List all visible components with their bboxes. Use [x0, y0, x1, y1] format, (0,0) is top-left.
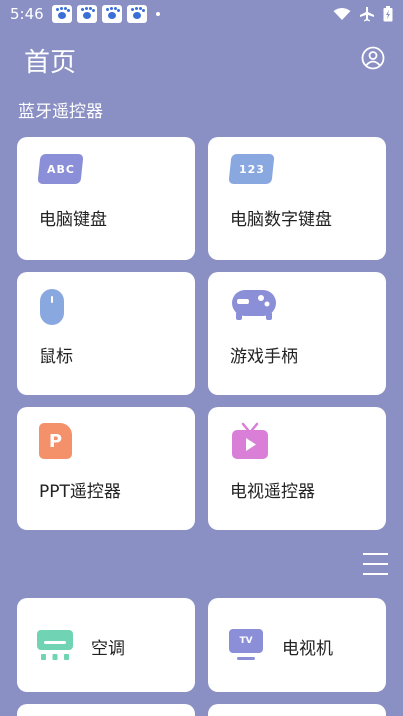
tv-screen: TV	[229, 629, 263, 653]
paw-icon	[51, 5, 72, 23]
remote-label: 电脑键盘	[39, 210, 107, 230]
user-circle-icon[interactable]	[361, 46, 385, 70]
gamepad-icon	[232, 290, 276, 320]
menu-line	[363, 573, 388, 575]
remote-card-numpad[interactable]: 123 电脑数字键盘	[208, 137, 386, 260]
numpad-123-icon: 123	[228, 154, 275, 184]
device-label: 空调	[91, 639, 125, 659]
ppt-icon: P	[39, 423, 72, 459]
device-card-partial[interactable]	[208, 704, 386, 716]
icon-text: TV	[239, 636, 253, 646]
page-title: 首页	[24, 48, 77, 78]
device-card-air-conditioner[interactable]: 空调	[17, 598, 195, 692]
section-title: 蓝牙遥控器	[18, 102, 103, 122]
remote-label: PPT遥控器	[39, 482, 121, 502]
tv-icon: TV	[229, 629, 263, 661]
paw-icon	[126, 5, 147, 23]
remote-label: 电视遥控器	[230, 482, 315, 502]
keyboard-abc-icon: ABC	[37, 154, 84, 184]
tv-stand	[237, 657, 255, 660]
remote-card-ppt[interactable]: P PPT遥控器	[17, 407, 195, 530]
icon-text: P	[48, 430, 63, 452]
airplane-icon	[360, 7, 374, 22]
remote-card-tv-remote[interactable]: 电视遥控器	[208, 407, 386, 530]
remote-card-gamepad[interactable]: 游戏手柄	[208, 272, 386, 395]
tv-play-icon	[232, 422, 268, 459]
app-header: 首页	[0, 40, 403, 80]
paw-icon	[101, 5, 122, 23]
more-notifications-dot	[155, 12, 160, 16]
mouse-icon	[40, 289, 64, 325]
battery-icon	[383, 6, 393, 22]
remote-card-keyboard[interactable]: ABC 电脑键盘	[17, 137, 195, 260]
remote-label: 游戏手柄	[230, 347, 298, 367]
status-icons	[333, 6, 393, 22]
icon-text: ABC	[46, 162, 75, 176]
icon-text: 123	[238, 162, 265, 176]
device-label: 电视机	[282, 639, 333, 659]
status-time: 5:46	[10, 5, 44, 23]
menu-line	[363, 563, 388, 565]
wifi-icon	[333, 8, 351, 20]
hamburger-menu-icon[interactable]	[363, 553, 388, 575]
remote-label: 鼠标	[39, 347, 73, 367]
menu-line	[363, 553, 388, 555]
status-bar: 5:46	[0, 0, 403, 28]
device-card-tv[interactable]: TV 电视机	[208, 598, 386, 692]
remote-card-mouse[interactable]: 鼠标	[17, 272, 195, 395]
remote-label: 电脑数字键盘	[230, 210, 332, 230]
device-card-partial[interactable]	[17, 704, 195, 716]
paw-icon	[76, 5, 97, 23]
air-conditioner-icon	[37, 630, 73, 660]
